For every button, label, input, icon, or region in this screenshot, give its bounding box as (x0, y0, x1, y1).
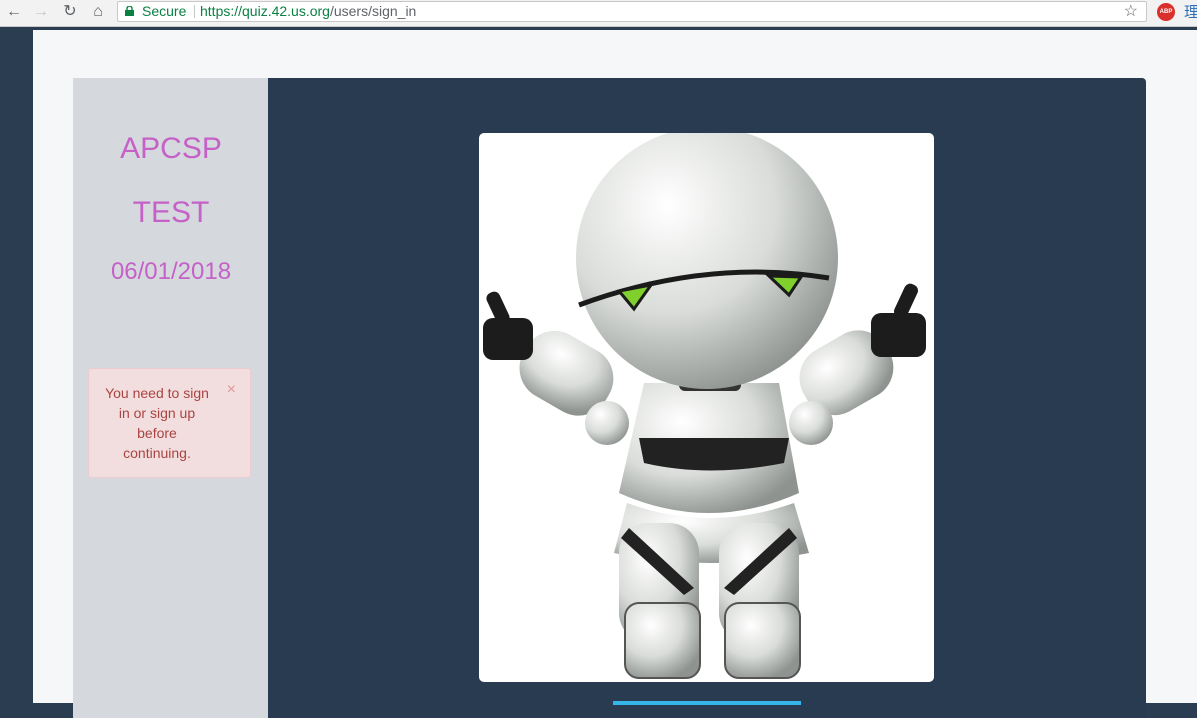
secure-label: Secure (142, 3, 187, 19)
back-icon[interactable]: ← (4, 2, 24, 22)
robot-illustration (483, 133, 926, 679)
adblock-extension-icon[interactable]: ABP (1157, 3, 1175, 21)
page-content: APCSP TEST 06/01/2018 You need to sign i… (33, 30, 1197, 718)
sidebar-title-line1: APCSP (120, 132, 222, 165)
separator (194, 5, 195, 18)
lock-icon (125, 6, 134, 16)
url-path: /users/sign_in (329, 3, 417, 19)
sidebar-title-line2: TEST (132, 196, 210, 229)
main-panel (268, 78, 1146, 718)
sidebar-date: 06/01/2018 (110, 258, 232, 285)
close-icon[interactable]: × (227, 381, 236, 399)
extension-icon[interactable]: 理 (1184, 1, 1197, 22)
forward-icon[interactable]: → (31, 2, 51, 22)
sidebar: APCSP TEST 06/01/2018 You need to sign i… (73, 78, 269, 718)
url-text[interactable]: https://quiz.42.us.org/users/sign_in (200, 2, 416, 21)
address-bar[interactable]: Secure https://quiz.42.us.org/users/sign… (117, 1, 1147, 22)
alert-message: You need to sign in or sign up before co… (105, 385, 209, 461)
alert-box: You need to sign in or sign up before co… (88, 368, 251, 478)
browser-toolbar: ← → ↻ ⌂ Secure https://quiz.42.us.org/us… (0, 0, 1197, 27)
sign-in-button[interactable] (613, 701, 801, 705)
url-host: https://quiz.42.us.org (200, 3, 330, 19)
robot-image (479, 133, 934, 682)
home-icon[interactable]: ⌂ (88, 2, 108, 22)
reload-icon[interactable]: ↻ (60, 2, 80, 22)
bookmark-star-icon[interactable]: ☆ (1124, 2, 1138, 21)
